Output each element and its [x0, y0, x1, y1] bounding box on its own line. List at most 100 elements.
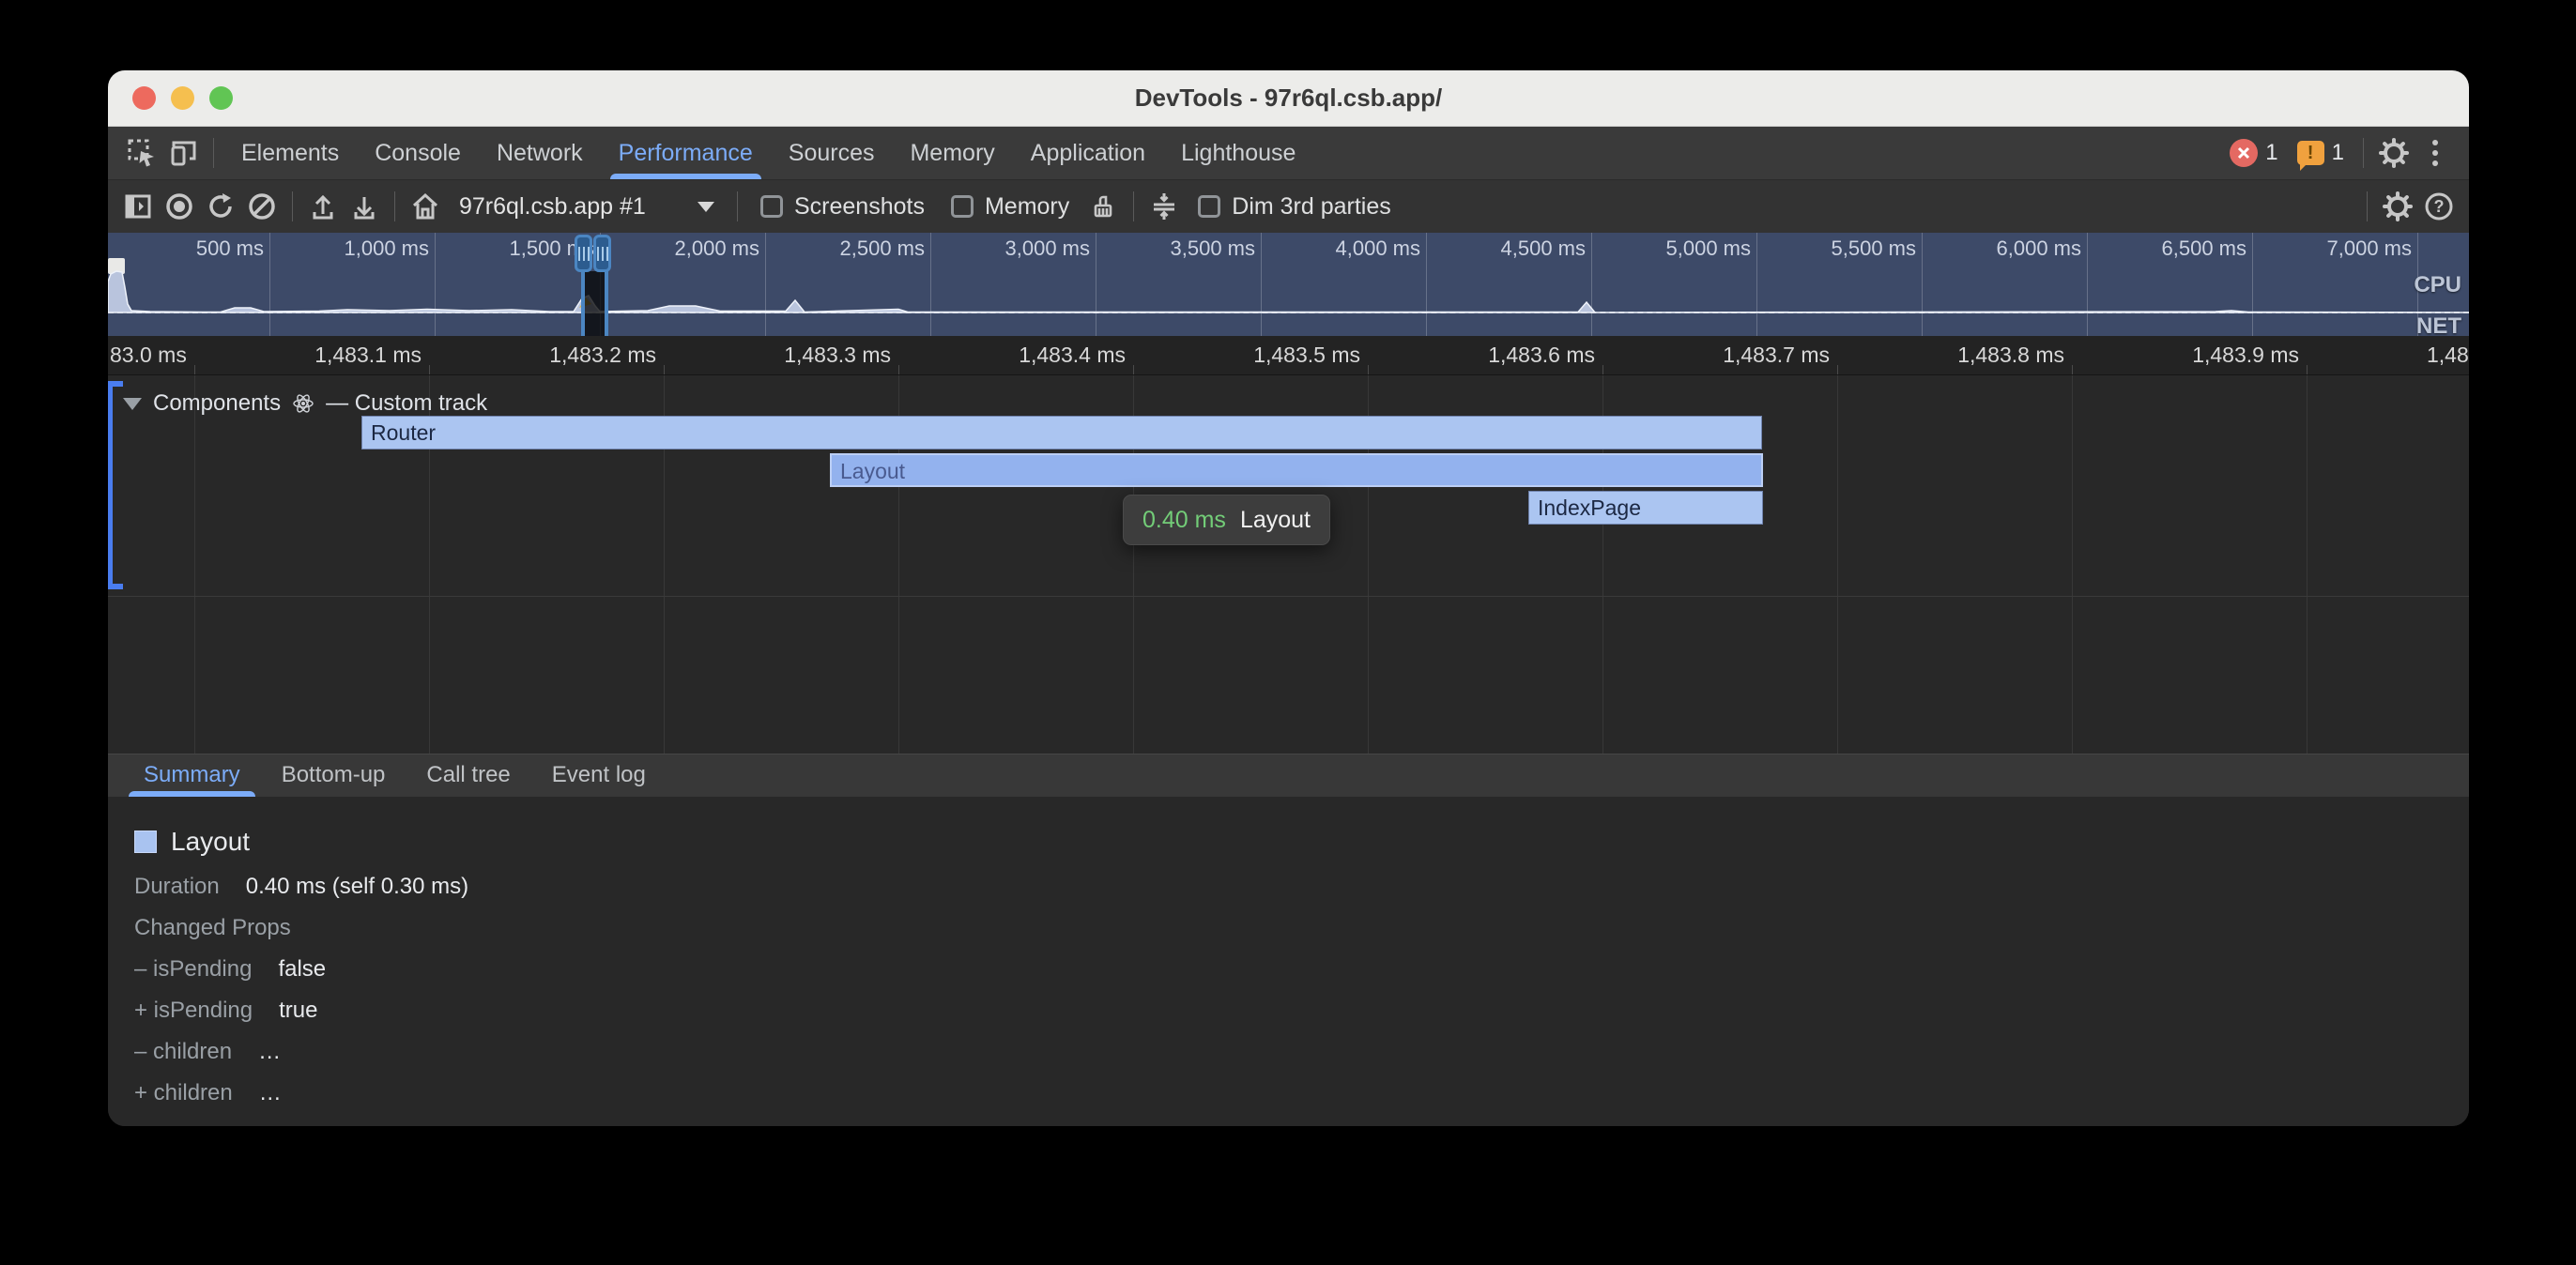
capture-settings-gear-icon[interactable] — [2377, 186, 2418, 227]
divider — [2367, 191, 2368, 221]
tab-elements[interactable]: Elements — [223, 127, 357, 179]
tab-lighthouse[interactable]: Lighthouse — [1163, 127, 1313, 179]
clear-icon[interactable] — [241, 186, 283, 227]
summary-row-children-new: + children … — [134, 1073, 2469, 1114]
time-tick: 1,483.5 ms — [1139, 343, 1360, 368]
detail-time-ruler: 83.0 ms 1,483.1 ms 1,483.2 ms 1,483.3 ms… — [108, 336, 2469, 375]
event-color-swatch — [134, 831, 157, 853]
screenshots-checkbox[interactable]: Screenshots — [760, 193, 925, 221]
selection-handle-right[interactable] — [593, 235, 611, 272]
timeline-overview[interactable]: 500 ms 1,000 ms 1,500 ms 2,000 ms 2,500 … — [108, 233, 2469, 336]
summary-title-row: Layout — [134, 817, 2469, 866]
reload-and-record-icon[interactable] — [200, 186, 241, 227]
issues-icon: ! — [2297, 141, 2324, 165]
tick-mark — [1837, 365, 1838, 374]
chevron-down-icon — [698, 202, 714, 212]
divider — [292, 191, 293, 221]
tick-mark — [1602, 365, 1603, 374]
time-tick: 1,483.4 ms — [904, 343, 1126, 368]
settings-gear-icon[interactable] — [2373, 132, 2415, 174]
summary-row-children-old: – children … — [134, 1031, 2469, 1073]
time-tick: 1,484 ms — [2427, 343, 2469, 368]
performance-toolbar: 97r6ql.csb.app #1 Screenshots Memory — [108, 180, 2469, 233]
collapse-flame-icon[interactable] — [1143, 186, 1185, 227]
cpu-activity-sparkline — [108, 233, 2469, 336]
target-selector-dropdown[interactable]: 97r6ql.csb.app #1 — [446, 193, 728, 221]
collect-garbage-icon[interactable] — [1082, 186, 1124, 227]
time-tick: 1,483.7 ms — [1608, 343, 1830, 368]
minimize-button[interactable] — [171, 86, 194, 110]
divider — [737, 191, 738, 221]
home-icon[interactable] — [405, 186, 446, 227]
divider — [1133, 191, 1134, 221]
react-atom-icon — [292, 392, 314, 415]
tick-mark — [1368, 365, 1369, 374]
tick-mark — [2307, 365, 2308, 374]
gridline — [2307, 375, 2308, 754]
help-icon[interactable]: ? — [2418, 186, 2460, 227]
tab-event-log[interactable]: Event log — [531, 754, 667, 797]
collapse-triangle-icon[interactable] — [123, 398, 142, 410]
tick-mark — [898, 365, 899, 374]
divider — [2363, 138, 2364, 168]
summary-row-changed-props: Changed Props — [134, 907, 2469, 949]
net-track-label: NET — [2416, 313, 2461, 336]
issue-count: 1 — [2332, 140, 2344, 166]
tooltip-duration: 0.40 ms — [1142, 507, 1226, 534]
close-button[interactable] — [132, 86, 156, 110]
track-name: Components — [153, 390, 281, 417]
issues-badge[interactable]: ! 1 — [2297, 140, 2344, 166]
divider — [394, 191, 395, 221]
tab-application[interactable]: Application — [1013, 127, 1163, 179]
time-tick: 1,483.8 ms — [1843, 343, 2064, 368]
upload-profile-icon[interactable] — [302, 186, 344, 227]
memory-checkbox[interactable]: Memory — [951, 193, 1069, 221]
details-tab-bar: Summary Bottom-up Call tree Event log — [108, 754, 2469, 797]
tick-mark — [664, 365, 665, 374]
summary-row-ispending-old: – isPending false — [134, 949, 2469, 990]
tooltip-label: Layout — [1240, 507, 1311, 534]
time-tick: 1,483.2 ms — [435, 343, 656, 368]
flame-chart[interactable]: Components — Custom track Router Layout … — [108, 375, 2469, 754]
flame-bar-indexpage[interactable]: IndexPage — [1528, 491, 1763, 525]
error-badge[interactable]: 1 — [2230, 139, 2277, 167]
error-count: 1 — [2265, 140, 2277, 166]
selected-track-indicator — [108, 381, 113, 589]
summary-event-name: Layout — [171, 827, 250, 857]
checkbox-box — [951, 195, 974, 218]
tick-mark — [429, 365, 430, 374]
selection-handle-left[interactable] — [575, 235, 592, 272]
tab-console[interactable]: Console — [357, 127, 479, 179]
components-track-header[interactable]: Components — Custom track — [123, 390, 487, 417]
tab-performance[interactable]: Performance — [601, 127, 771, 179]
download-profile-icon[interactable] — [344, 186, 385, 227]
target-selector-value: 97r6ql.csb.app #1 — [459, 193, 646, 221]
selection-window[interactable] — [581, 271, 608, 336]
track-separator — [108, 596, 2469, 597]
toggle-sidebar-icon[interactable] — [117, 186, 159, 227]
time-tick: 1,483.9 ms — [2078, 343, 2299, 368]
flame-tooltip: 0.40 ms Layout — [1123, 495, 1330, 545]
record-icon[interactable] — [159, 186, 200, 227]
window-title: DevTools - 97r6ql.csb.app/ — [1135, 84, 1443, 113]
dim-3rd-parties-checkbox[interactable]: Dim 3rd parties — [1198, 193, 1391, 221]
flame-bar-router[interactable]: Router — [361, 416, 1762, 450]
tick-mark — [194, 365, 195, 374]
time-tick: 1,483.1 ms — [200, 343, 422, 368]
tab-call-tree[interactable]: Call tree — [406, 754, 530, 797]
track-subtitle: — Custom track — [326, 390, 487, 417]
summary-pane: Layout Duration 0.40 ms (self 0.30 ms) C… — [108, 797, 2469, 1126]
checkbox-box — [1198, 195, 1220, 218]
tab-summary[interactable]: Summary — [123, 754, 261, 797]
device-toolbar-icon[interactable] — [162, 132, 204, 174]
tab-bottom-up[interactable]: Bottom-up — [261, 754, 406, 797]
more-options-kebab-icon[interactable] — [2415, 132, 2456, 174]
checkbox-box — [760, 195, 783, 218]
inspect-element-icon[interactable] — [121, 132, 162, 174]
tab-memory[interactable]: Memory — [892, 127, 1012, 179]
zoom-button[interactable] — [209, 86, 233, 110]
tab-network[interactable]: Network — [479, 127, 601, 179]
tab-sources[interactable]: Sources — [771, 127, 893, 179]
flame-bar-layout[interactable]: Layout — [830, 453, 1763, 487]
time-tick: 1,483.3 ms — [669, 343, 891, 368]
